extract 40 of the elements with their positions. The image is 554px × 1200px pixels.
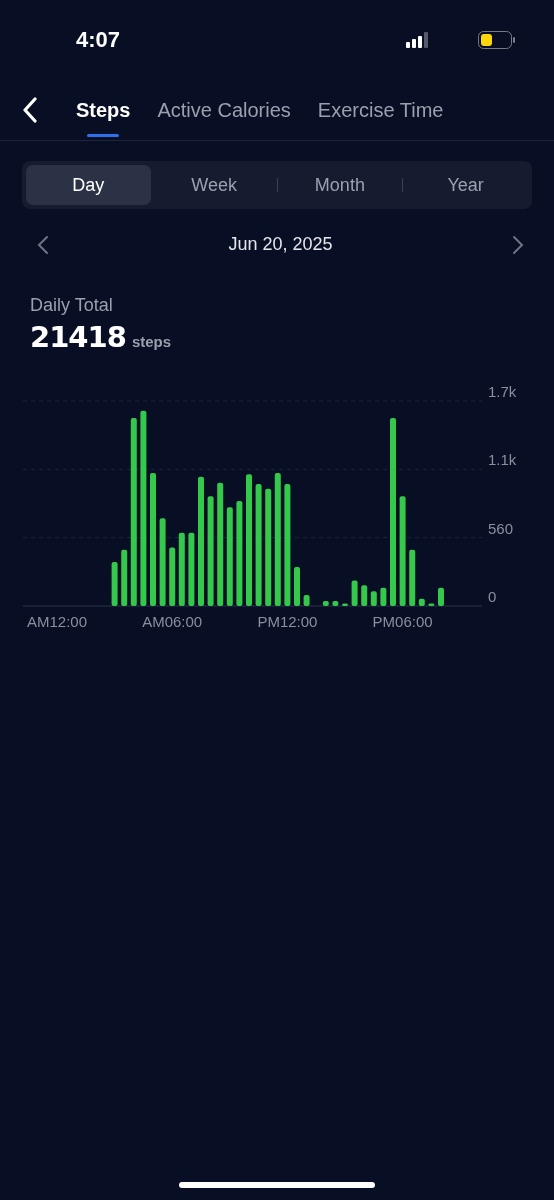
- status-time: 4:07: [76, 27, 121, 53]
- summary-label: Daily Total: [30, 295, 114, 316]
- bar: [322, 601, 329, 606]
- x-tick-label: PM12:00: [257, 613, 318, 630]
- bar: [294, 566, 300, 606]
- tab[interactable]: Steps: [76, 80, 131, 140]
- battery-icon: [478, 31, 516, 49]
- bar: [111, 562, 118, 606]
- bar: [332, 601, 339, 606]
- bar: [121, 549, 128, 606]
- bar: [370, 591, 377, 606]
- bar: [351, 580, 358, 606]
- period-tab[interactable]: Day: [26, 165, 151, 205]
- bar: [169, 547, 176, 606]
- y-tick-label: 0: [488, 588, 497, 605]
- back-icon[interactable]: [22, 97, 38, 123]
- x-tick-label: AM12:00: [27, 613, 87, 630]
- total-unit: steps: [131, 333, 172, 350]
- bar: [361, 585, 368, 606]
- bar: [342, 603, 348, 606]
- bar: [409, 549, 416, 606]
- previous-icon[interactable]: [37, 234, 49, 255]
- date-label: Jun 20, 2025: [228, 234, 333, 255]
- total-value: 21418: [30, 320, 126, 354]
- period-tab[interactable]: Week: [151, 165, 277, 205]
- bar: [438, 587, 444, 606]
- bar: [303, 595, 310, 606]
- y-tick-label: 560: [488, 519, 514, 537]
- x-tick-label: PM06:00: [372, 613, 433, 630]
- bar: [418, 598, 425, 606]
- period-tab[interactable]: Month: [277, 165, 403, 205]
- x-tick-label: AM06:00: [142, 613, 203, 630]
- period-tab[interactable]: Year: [403, 165, 528, 205]
- tab[interactable]: Active Calories: [157, 80, 291, 140]
- y-tick-label: 1.1k: [488, 451, 517, 469]
- bar: [380, 587, 387, 606]
- y-tick-label: 1.7k: [488, 383, 517, 400]
- next-icon[interactable]: [512, 234, 524, 255]
- tab[interactable]: Exercise Time: [317, 80, 444, 140]
- bar: [428, 603, 435, 606]
